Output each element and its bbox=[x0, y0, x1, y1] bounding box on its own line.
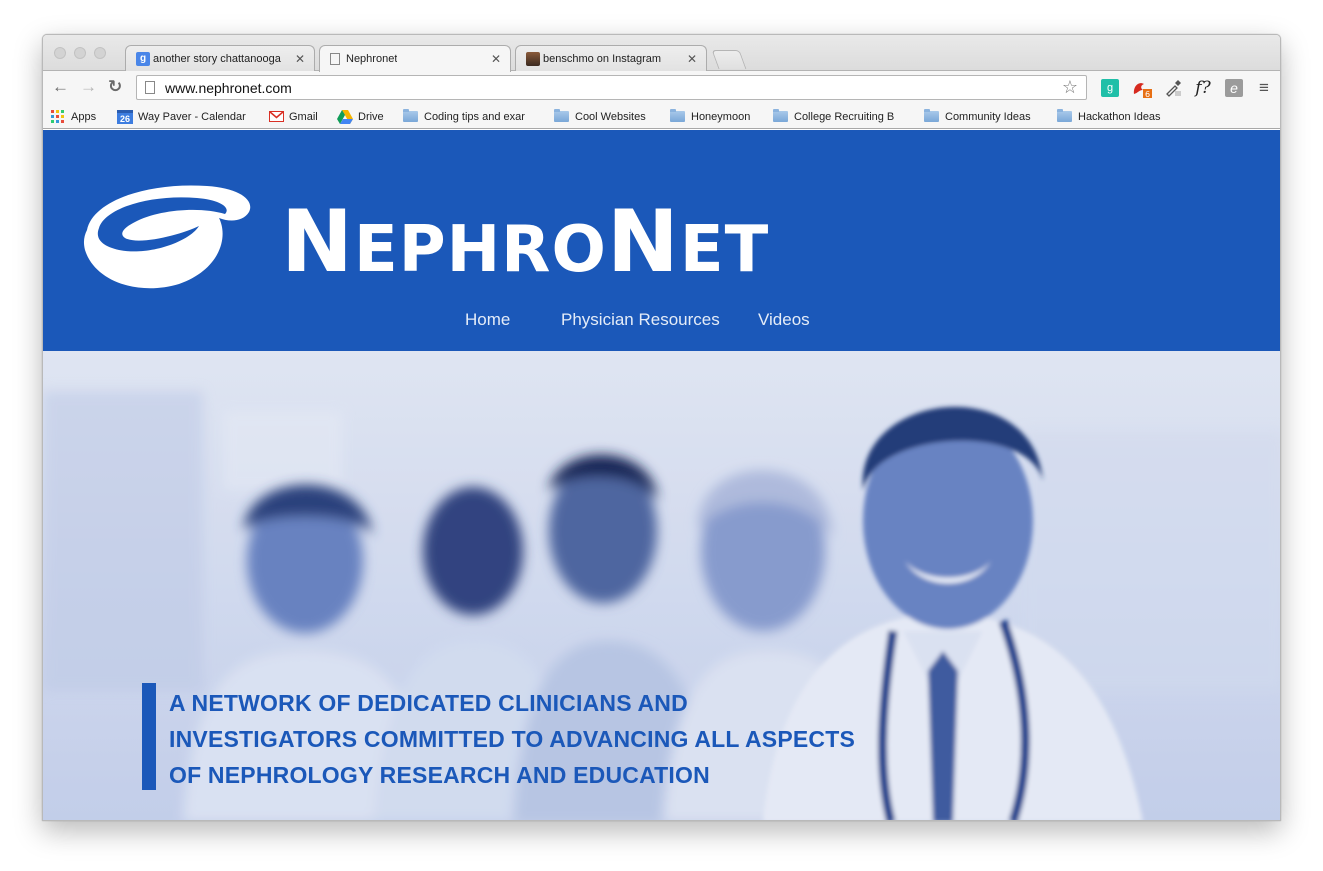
bookmark-way-paver-calendar[interactable]: 26 Way Paver - Calendar bbox=[117, 108, 246, 125]
hero-banner: A NETWORK OF DEDICATED CLINICIANS AND IN… bbox=[43, 351, 1280, 820]
bookmark-label: Cool Websites bbox=[575, 110, 646, 123]
folder-icon bbox=[670, 109, 685, 122]
tagline-line: OF NEPHROLOGY RESEARCH AND EDUCATION bbox=[169, 762, 710, 788]
whatfont-extension-icon[interactable]: f? bbox=[1191, 78, 1215, 98]
calendar-icon: 26 bbox=[117, 109, 133, 124]
tagline-line: A NETWORK OF DEDICATED CLINICIANS AND bbox=[169, 690, 688, 716]
bookmark-label: Community Ideas bbox=[945, 110, 1031, 123]
new-tab-button[interactable] bbox=[711, 50, 747, 69]
browser-window: g another story chattanooga ✕ Nephronet … bbox=[42, 34, 1281, 821]
folder-icon bbox=[1057, 109, 1072, 122]
page-info-icon bbox=[145, 81, 155, 94]
drive-icon bbox=[337, 109, 353, 124]
evernote-extension-icon[interactable]: e bbox=[1225, 79, 1243, 97]
bookmark-drive[interactable]: Drive bbox=[337, 108, 384, 125]
reload-icon[interactable]: ↻ bbox=[108, 78, 122, 96]
bookmark-folder-cool-websites[interactable]: Cool Websites bbox=[554, 108, 646, 125]
tab-title: Nephronet bbox=[346, 53, 398, 65]
page-icon bbox=[330, 53, 340, 65]
bookmark-folder-community-ideas[interactable]: Community Ideas bbox=[924, 108, 1031, 125]
forward-arrow-icon[interactable]: → bbox=[80, 78, 97, 96]
url-text: www.nephronet.com bbox=[165, 79, 292, 96]
folder-icon bbox=[924, 109, 939, 122]
bookmark-label: Hackathon Ideas bbox=[1078, 110, 1161, 123]
gmail-icon bbox=[269, 111, 284, 122]
tab-another-story[interactable]: g another story chattanooga ✕ bbox=[125, 45, 315, 71]
tab-nephronet[interactable]: Nephronet ✕ bbox=[319, 45, 511, 72]
address-bar[interactable]: www.nephronet.com ☆ bbox=[136, 75, 1087, 100]
bookmark-label: Gmail bbox=[289, 110, 318, 123]
apps-grid-icon bbox=[51, 110, 64, 123]
bookmark-label: Drive bbox=[358, 110, 384, 123]
bookmark-label: Way Paver - Calendar bbox=[138, 110, 246, 123]
zoom-window-button[interactable] bbox=[94, 47, 106, 59]
folder-icon bbox=[554, 109, 569, 122]
back-arrow-icon[interactable]: ← bbox=[52, 78, 69, 96]
browser-toolbar: ← → ↻ www.nephronet.com ☆ g 6 f? e ≡ bbox=[43, 71, 1280, 104]
close-tab-icon[interactable]: ✕ bbox=[295, 52, 305, 66]
hero-tagline: A NETWORK OF DEDICATED CLINICIANS AND IN… bbox=[169, 685, 929, 793]
wordmark-letter: N bbox=[281, 192, 354, 292]
bookmark-gmail[interactable]: Gmail bbox=[269, 108, 318, 125]
tagline-line: INVESTIGATORS COMMITTED TO ADVANCING ALL… bbox=[169, 726, 855, 752]
web-page: NEPHRONET Home Physician Resources Video… bbox=[43, 130, 1280, 820]
bookmark-folder-coding-tips[interactable]: Coding tips and exar bbox=[403, 108, 539, 125]
svg-text:6: 6 bbox=[1145, 90, 1150, 98]
bookmark-folder-hackathon-ideas[interactable]: Hackathon Ideas bbox=[1057, 108, 1161, 125]
tab-instagram[interactable]: benschmo on Instagram ✕ bbox=[515, 45, 707, 71]
wordmark-letters: ET bbox=[679, 213, 770, 287]
nav-link-videos[interactable]: Videos bbox=[758, 310, 810, 330]
minimize-window-button[interactable] bbox=[74, 47, 86, 59]
wordmark-letter: N bbox=[606, 192, 680, 292]
bookmark-label: Apps bbox=[71, 110, 97, 123]
nav-link-physician-resources[interactable]: Physician Resources bbox=[561, 310, 720, 330]
tagline-accent-bar bbox=[142, 683, 156, 790]
tab-title: benschmo on Instagram bbox=[543, 52, 662, 65]
wordmark-letters: EPHRO bbox=[353, 213, 607, 287]
nav-link-home[interactable]: Home bbox=[465, 310, 510, 330]
bookmark-label: College Recruiting B bbox=[794, 110, 895, 123]
nephronet-logo-icon[interactable] bbox=[79, 178, 259, 293]
nephronet-wordmark[interactable]: NEPHRONET bbox=[281, 192, 769, 292]
google-icon: g bbox=[136, 51, 150, 66]
eyedropper-extension-icon[interactable] bbox=[1163, 79, 1183, 97]
bookmark-folder-college-recruiting[interactable]: College Recruiting B bbox=[773, 108, 907, 125]
close-tab-icon[interactable]: ✕ bbox=[687, 52, 697, 66]
bookmarks-bar: Apps 26 Way Paver - Calendar Gmail Drive… bbox=[43, 104, 1280, 129]
close-window-button[interactable] bbox=[54, 47, 66, 59]
tab-title: another story chattanooga bbox=[153, 52, 281, 65]
folder-icon bbox=[403, 109, 418, 122]
tab-strip: g another story chattanooga ✕ Nephronet … bbox=[43, 35, 1280, 72]
bookmark-star-icon[interactable]: ☆ bbox=[1062, 77, 1078, 98]
folder-icon bbox=[773, 109, 788, 122]
bookmark-label: Honeymoon bbox=[691, 110, 751, 123]
menu-hamburger-icon[interactable]: ≡ bbox=[1255, 78, 1273, 97]
grammarly-extension-icon[interactable]: g bbox=[1101, 79, 1119, 97]
site-header: NEPHRONET Home Physician Resources Video… bbox=[43, 130, 1280, 351]
bookmark-folder-honeymoon[interactable]: Honeymoon bbox=[670, 108, 750, 125]
lastpass-extension-icon[interactable]: 6 bbox=[1131, 79, 1153, 98]
instagram-icon bbox=[526, 51, 540, 66]
bookmark-label: Coding tips and exar bbox=[424, 110, 525, 123]
bookmark-apps[interactable]: Apps bbox=[51, 108, 96, 125]
close-tab-icon[interactable]: ✕ bbox=[491, 52, 501, 66]
